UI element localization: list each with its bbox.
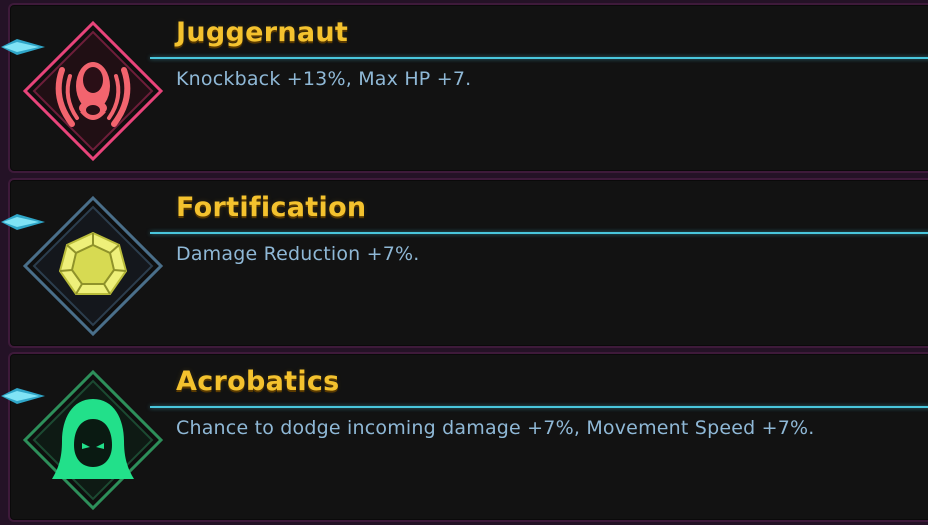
egg-shield-icon [22,20,164,162]
upgrade-description: Knockback +13%, Max HP +7. [176,68,472,90]
upgrade-title: Acrobatics [176,366,340,397]
title-divider [150,57,928,59]
upgrade-card-fortification[interactable]: Fortification Damage Reduction +7%. [1,178,928,348]
gem-icon [22,195,164,337]
upgrade-card-juggernaut[interactable]: Juggernaut Knockback +13%, Max HP +7. [1,3,928,173]
title-divider [150,406,928,408]
upgrade-selection-screen: Juggernaut Knockback +13%, Max HP +7. Fo… [0,0,928,525]
upgrade-description: Damage Reduction +7%. [176,243,420,265]
upgrade-card-acrobatics[interactable]: Acrobatics Chance to dodge incoming dama… [1,352,928,522]
upgrade-title: Juggernaut [176,17,349,48]
title-divider [150,232,928,234]
hooded-figure-icon [22,369,164,511]
upgrade-description: Chance to dodge incoming damage +7%, Mov… [176,417,815,439]
upgrade-title: Fortification [176,192,367,223]
